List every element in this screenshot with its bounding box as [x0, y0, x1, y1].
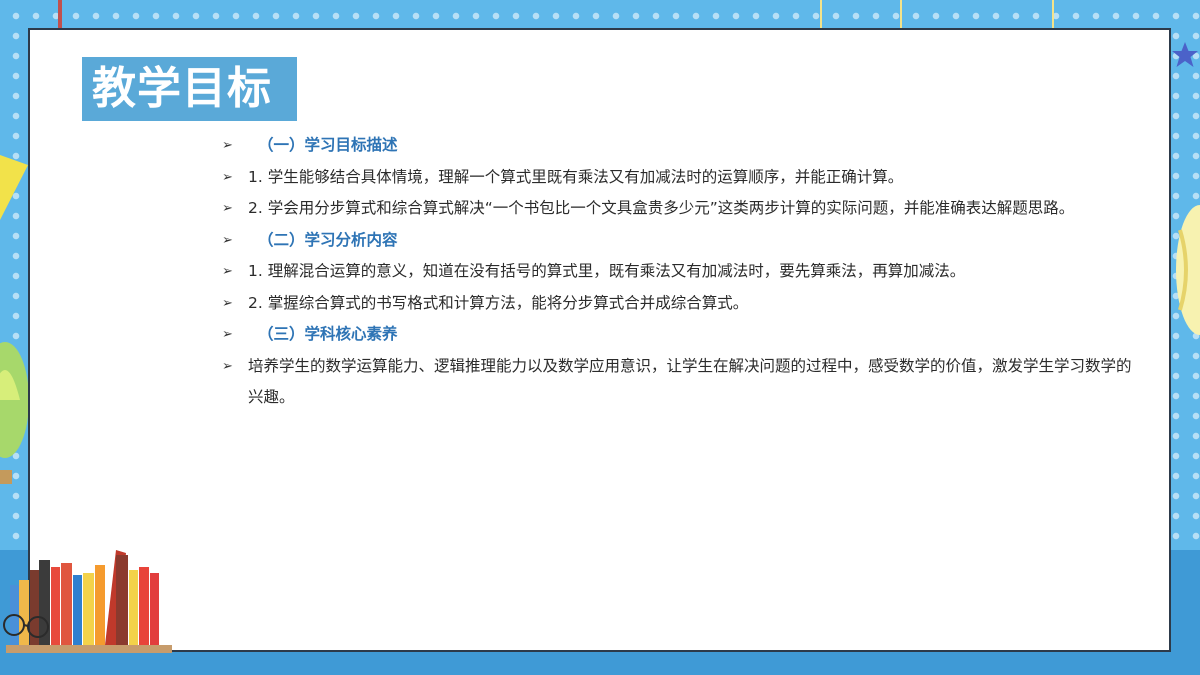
arrowhead-bullet-icon: ➢ [222, 138, 233, 153]
arrowhead-bullet-icon: ➢ [222, 264, 233, 279]
arrowhead-bullet-icon: ➢ [222, 327, 233, 342]
list-item: ➢ 2. 学会用分步算式和综合算式解决“一个书包比一个文具盒贵多少元”这类两步计… [222, 193, 1142, 225]
list-item: ➢ 1. 理解混合运算的意义，知道在没有括号的算式里，既有乘法又有加减法时，要先… [222, 256, 1142, 288]
hot-air-balloon-icon [0, 342, 29, 484]
list-item: ➢ 2. 掌握综合算式的书写格式和计算方法，能将分步算式合并成综合算式。 [222, 288, 1142, 320]
item-text: 1. 理解混合运算的意义，知道在没有括号的算式里，既有乘法又有加减法时，要先算乘… [248, 262, 966, 280]
arrowhead-bullet-icon: ➢ [222, 169, 233, 185]
arrowhead-bullet-icon: ➢ [222, 201, 233, 216]
item-text: 1. 学生能够结合具体情境，理解一个算式里既有乘法又有加减法时的运算顺序，并能正… [248, 167, 904, 186]
list-item: ➢ 培养学生的数学运算能力、逻辑推理能力以及数学应用意识，让学生在解决问题的过程… [222, 351, 1142, 414]
item-text: （二）学习分析内容 [258, 230, 398, 249]
list-item-heading: ➢ （二）学习分析内容 [222, 225, 1142, 257]
top-decoration-stripe [900, 0, 902, 28]
item-text: 2. 学会用分步算式和综合算式解决“一个书包比一个文具盒贵多少元”这类两步计算的… [248, 199, 1075, 217]
item-text: 培养学生的数学运算能力、逻辑推理能力以及数学应用意识，让学生在解决问题的过程中，… [248, 356, 1132, 407]
list-item: ➢ 1. 学生能够结合具体情境，理解一个算式里既有乘法又有加减法时的运算顺序，并… [222, 162, 1142, 194]
star-icon [1172, 42, 1198, 67]
yellow-flag-decoration [0, 155, 28, 220]
item-text: （一）学习目标描述 [258, 136, 398, 154]
arrowhead-bullet-icon: ➢ [222, 358, 233, 374]
top-decoration-stripe [820, 0, 822, 28]
item-text: （三）学科核心素养 [258, 325, 398, 343]
slide-title: 教学目标 [92, 63, 272, 114]
item-text: 2. 掌握综合算式的书写格式和计算方法，能将分步算式合并成综合算式。 [248, 293, 749, 312]
top-decoration-stripe [58, 0, 62, 28]
objectives-list: ➢ （一）学习目标描述 ➢ 1. 学生能够结合具体情境，理解一个算式里既有乘法又… [222, 130, 1142, 414]
glasses-icon [3, 614, 49, 638]
arrowhead-bullet-icon: ➢ [222, 295, 233, 311]
list-item-heading: ➢ （一）学习目标描述 [222, 130, 1142, 162]
list-item-heading: ➢ （三）学科核心素养 [222, 319, 1142, 351]
top-decoration-stripe [1052, 0, 1054, 28]
right-balloon-decoration [1176, 205, 1200, 335]
arrowhead-bullet-icon: ➢ [222, 232, 233, 248]
